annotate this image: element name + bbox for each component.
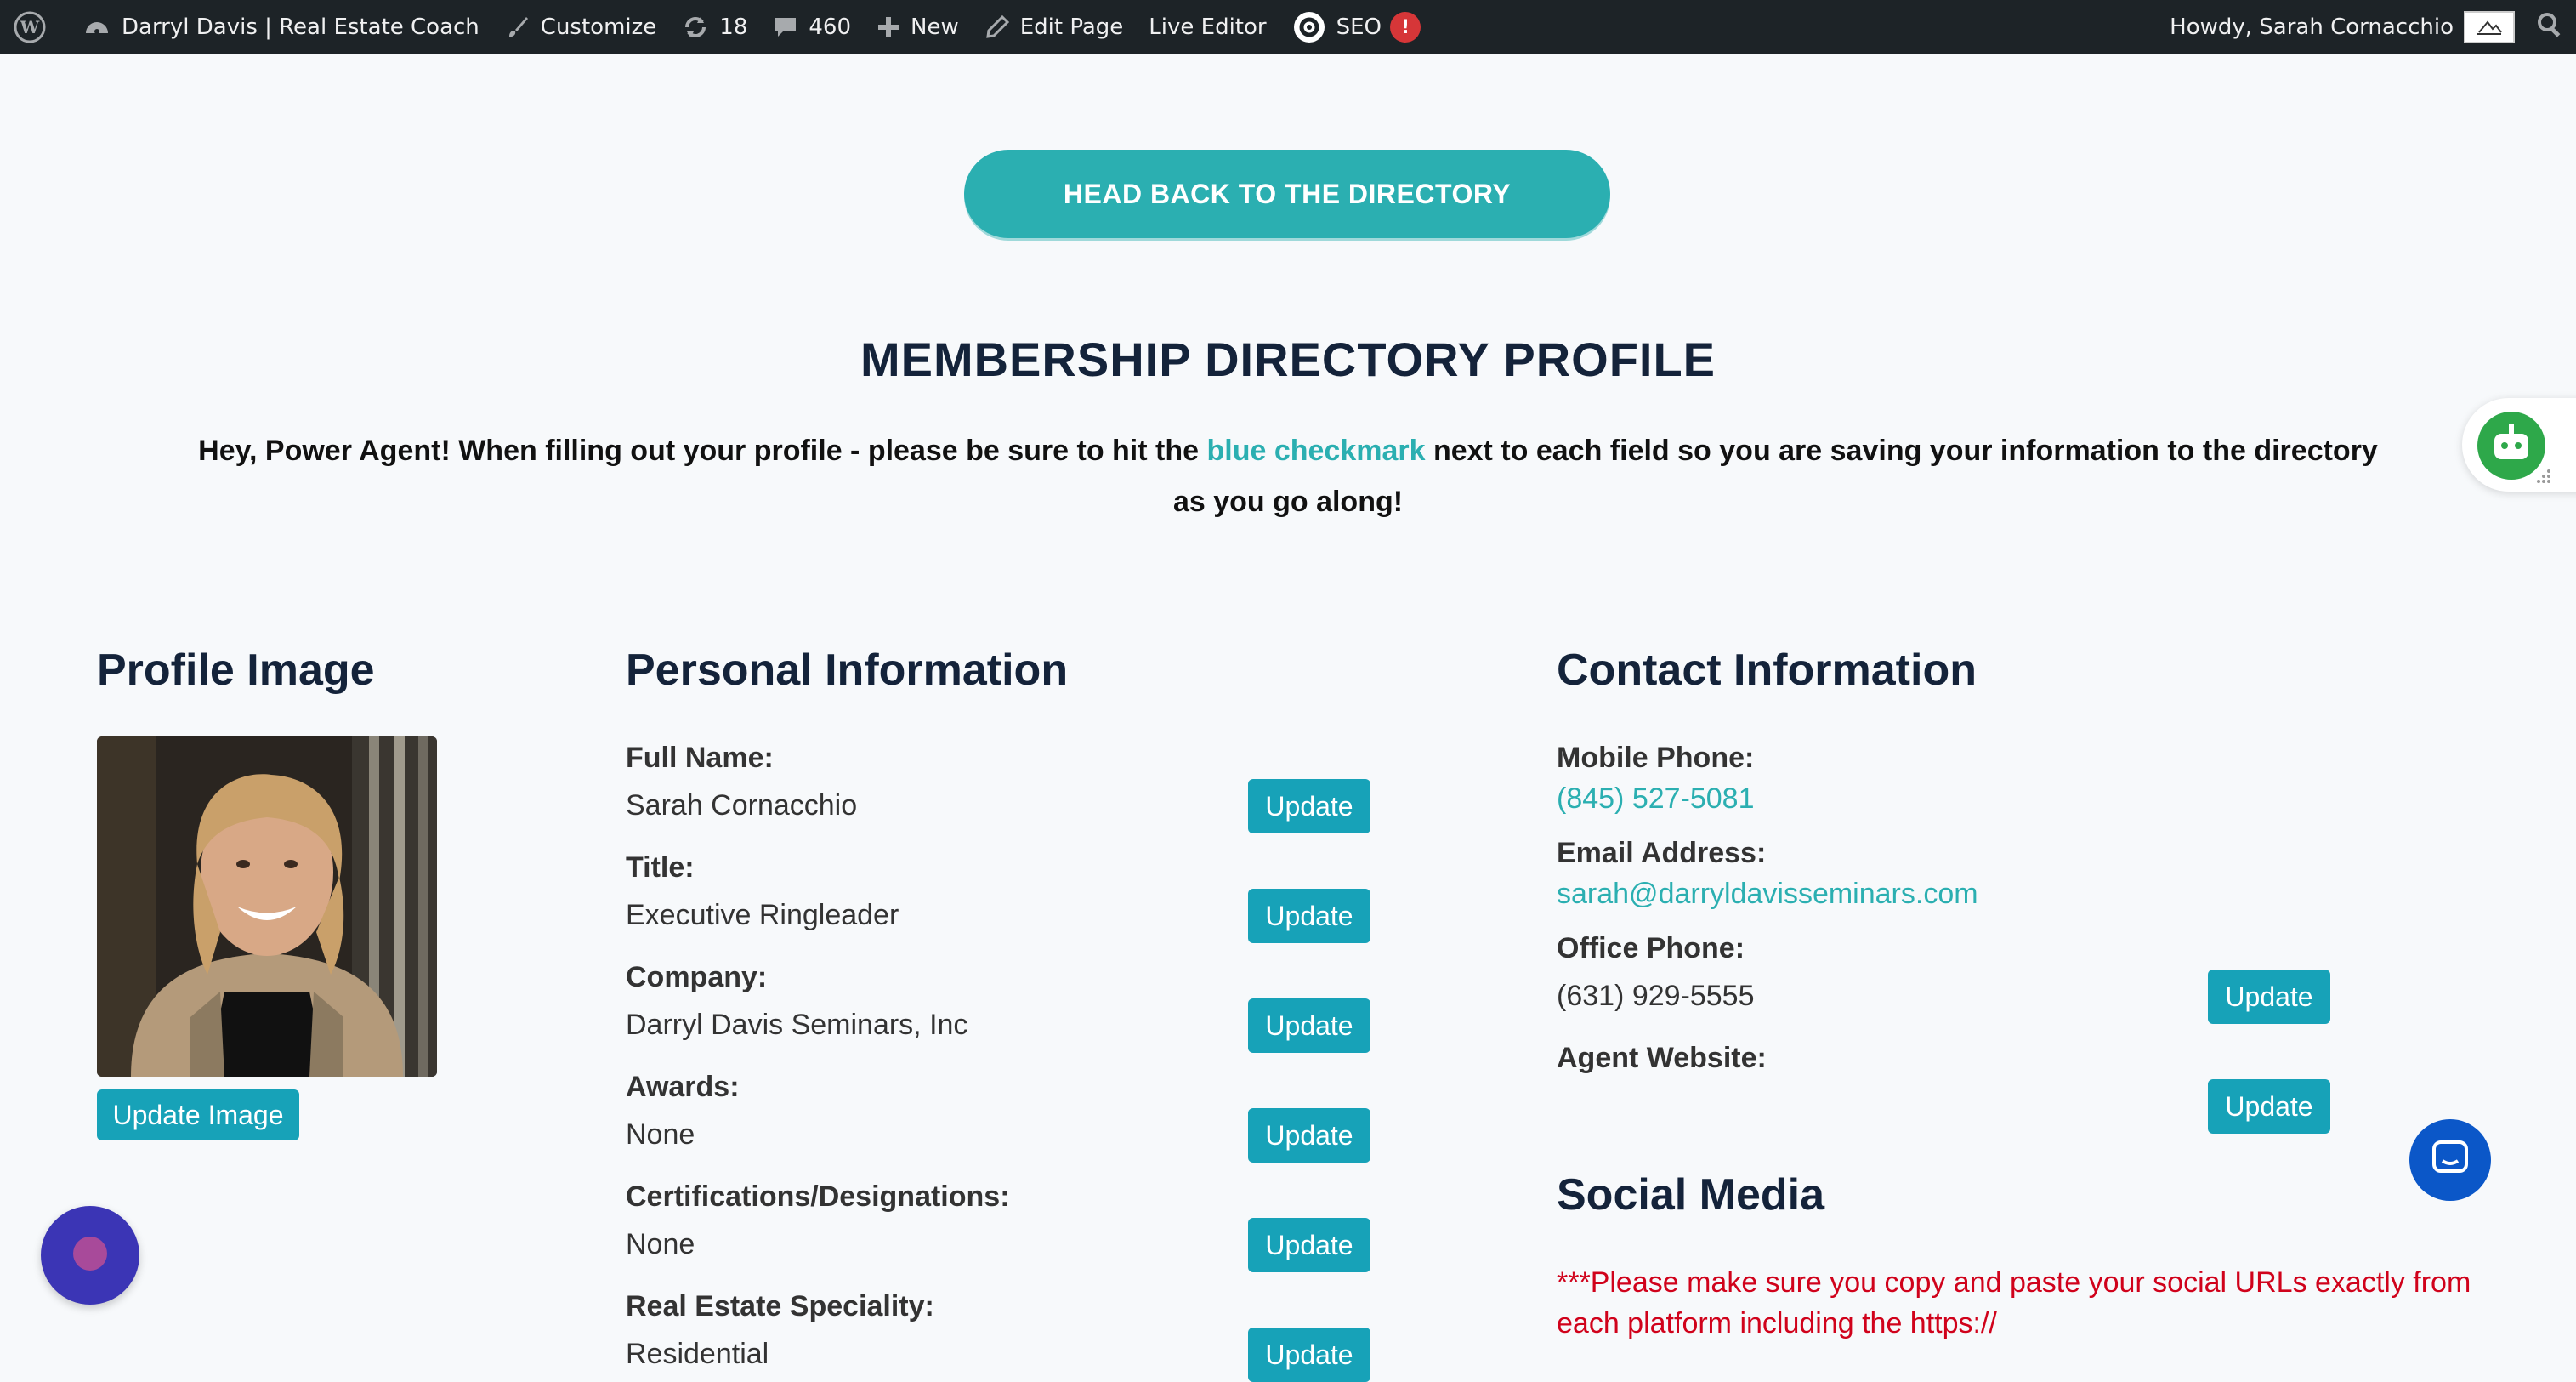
updates-link[interactable]: 18 [669, 0, 760, 54]
drag-handle-icon[interactable] [2535, 468, 2552, 489]
site-name-link[interactable]: Darryl Davis | Real Estate Coach [70, 0, 492, 54]
seo-label: SEO [1336, 14, 1382, 40]
avatar [2464, 11, 2515, 43]
live-editor-label: Live Editor [1149, 14, 1267, 40]
page-title: MEMBERSHIP DIRECTORY PROFILE [860, 333, 1716, 386]
wordpress-icon: W [13, 10, 47, 44]
profile-photo [97, 736, 437, 1077]
search-button[interactable] [2523, 0, 2576, 54]
update-speciality-button[interactable]: Update [1248, 1328, 1370, 1382]
company-label: Company: [626, 961, 768, 993]
seo-gear-icon [1292, 10, 1326, 44]
certifications-value: None [626, 1228, 695, 1260]
chatbot-widget[interactable] [2462, 398, 2576, 492]
new-label: New [911, 14, 959, 40]
title-value: Executive Ringleader [626, 899, 899, 931]
customize-label: Customize [540, 14, 657, 40]
awards-value: None [626, 1118, 695, 1151]
edit-page-link[interactable]: Edit Page [972, 0, 1137, 54]
update-website-button[interactable]: Update [2208, 1079, 2330, 1134]
update-certifications-button[interactable]: Update [1248, 1218, 1370, 1272]
certifications-label: Certifications/Designations: [626, 1180, 1010, 1213]
agent-website-label: Agent Website: [1557, 1042, 1767, 1074]
refresh-icon [682, 14, 709, 41]
comments-count: 460 [809, 14, 852, 40]
howdy-label: Howdy, Sarah Cornacchio [2170, 14, 2454, 40]
chat-launcher-button[interactable] [2409, 1119, 2491, 1201]
update-office-phone-button[interactable]: Update [2208, 970, 2330, 1024]
updates-count: 18 [719, 14, 748, 40]
back-to-directory-button[interactable]: HEAD BACK TO THE DIRECTORY [964, 150, 1610, 238]
speciality-value: Residential [626, 1338, 769, 1370]
customize-link[interactable]: Customize [492, 0, 669, 54]
social-warning-text: ***Please make sure you copy and paste y… [1557, 1266, 2471, 1339]
dot-icon [71, 1235, 109, 1277]
office-phone-label: Office Phone: [1557, 932, 1745, 964]
pencil-icon [984, 14, 1010, 40]
wordpress-logo-button[interactable]: W [0, 0, 70, 54]
new-content-link[interactable]: New [864, 0, 972, 54]
profile-image-heading: Profile Image [97, 646, 375, 695]
assistant-bubble-button[interactable] [41, 1206, 139, 1305]
email-label: Email Address: [1557, 837, 1767, 869]
admin-bar-right: Howdy, Sarah Cornacchio [2157, 0, 2576, 54]
live-editor-link[interactable]: Live Editor [1136, 0, 1279, 54]
update-image-button[interactable]: Update Image [97, 1089, 299, 1140]
update-awards-button[interactable]: Update [1248, 1108, 1370, 1163]
update-title-button[interactable]: Update [1248, 889, 1370, 943]
intro-text-start: Hey, Power Agent! When filling out your … [198, 435, 1207, 467]
plus-icon [877, 15, 900, 39]
search-icon [2536, 11, 2563, 44]
email-link[interactable]: sarah@darryldavisseminars.com [1557, 878, 1978, 911]
awards-label: Awards: [626, 1071, 740, 1103]
intro-highlight: blue checkmark [1206, 435, 1426, 467]
update-full-name-button[interactable]: Update [1248, 779, 1370, 833]
office-phone-value: (631) 929-5555 [1557, 980, 1755, 1012]
seo-alert-badge: ! [1390, 12, 1421, 43]
title-label: Title: [626, 851, 695, 884]
comment-icon [773, 14, 798, 40]
mobile-phone-label: Mobile Phone: [1557, 742, 1755, 774]
update-company-button[interactable]: Update [1248, 998, 1370, 1053]
edit-page-label: Edit Page [1019, 14, 1124, 40]
comments-link[interactable]: 460 [760, 0, 864, 54]
full-name-label: Full Name: [626, 742, 774, 774]
chat-icon [2431, 1139, 2470, 1182]
site-name-label: Darryl Davis | Real Estate Coach [122, 14, 479, 40]
admin-bar: W Darryl Davis | Real Estate Coach Custo… [0, 0, 2576, 54]
full-name-value: Sarah Cornacchio [626, 789, 858, 822]
seo-menu[interactable]: SEO ! [1279, 0, 1433, 54]
intro-text: Hey, Power Agent! When filling out your … [187, 425, 2389, 527]
personal-info-heading: Personal Information [626, 646, 1069, 695]
speciality-label: Real Estate Speciality: [626, 1290, 934, 1322]
company-value: Darryl Davis Seminars, Inc [626, 1009, 968, 1041]
contact-info-heading: Contact Information [1557, 646, 1977, 695]
dashboard-icon [82, 13, 111, 42]
svg-text:W: W [20, 17, 40, 37]
my-account-link[interactable]: Howdy, Sarah Cornacchio [2157, 0, 2523, 54]
social-media-heading: Social Media [1557, 1170, 1824, 1220]
brush-icon [505, 14, 531, 40]
mobile-phone-link[interactable]: (845) 527-5081 [1557, 782, 1755, 816]
